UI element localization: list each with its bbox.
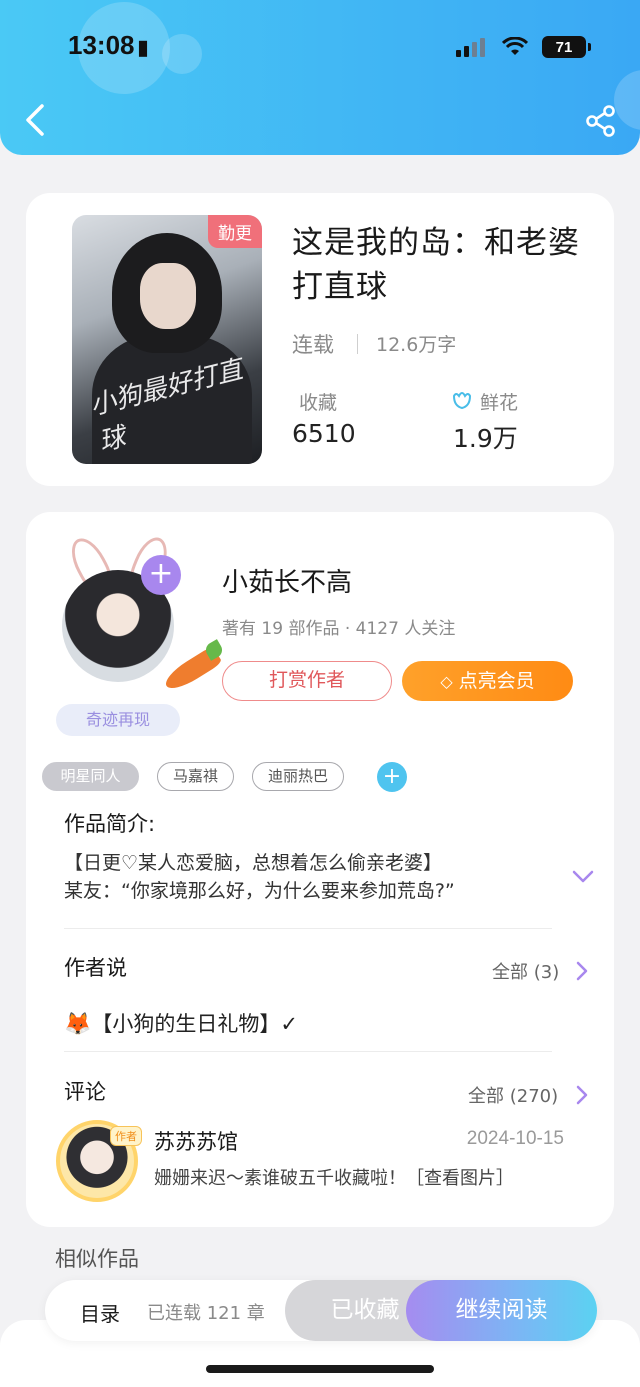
wifi-icon: [502, 37, 528, 55]
flowers-label: 鲜花: [480, 392, 519, 414]
book-title: 这是我的岛：和老婆打直球: [292, 225, 580, 305]
favorites-label: 收藏: [299, 392, 338, 414]
add-tag-button[interactable]: +: [377, 762, 407, 792]
header: 13:08 ▮ 71: [0, 0, 640, 155]
tip-author-button[interactable]: 打赏作者: [222, 661, 392, 701]
author-says-item[interactable]: 🦊【小狗的生日礼物】✓: [64, 1008, 298, 1038]
continue-reading-button[interactable]: 继续阅读: [406, 1280, 597, 1341]
comment-date: 2024-10-15: [466, 1128, 564, 1149]
chevron-right-icon[interactable]: [576, 1085, 588, 1105]
intro-line: 某友：“你家境那么好，为什么要来参加荒岛?”: [64, 880, 455, 902]
divider: [64, 1051, 552, 1052]
author-detail-card: + 奇迹再现 小茹长不高 著有 19 部作品 · 4127 人关注 打赏作者 ◇…: [26, 512, 614, 1227]
author-says-title: 作者说: [64, 956, 127, 980]
commenter-name[interactable]: 苏苏苏馆: [154, 1126, 238, 1156]
home-indicator: [206, 1365, 434, 1373]
decor-bubble: [162, 34, 202, 74]
chevron-right-icon[interactable]: [576, 961, 588, 981]
intro-line: 【日更♡某人恋爱脑，总想着怎么偷亲老婆】: [64, 852, 443, 874]
share-icon[interactable]: [584, 104, 618, 138]
book-cover[interactable]: 小狗最好打直球 勤更: [72, 215, 262, 464]
divider: [357, 334, 358, 354]
tag-item[interactable]: 马嘉祺: [157, 762, 234, 791]
bottom-action-bar: 目录 已连载 121 章 已收藏 继续阅读: [45, 1280, 597, 1341]
author-name[interactable]: 小茹长不高: [222, 562, 352, 599]
signal-icon: [456, 38, 485, 57]
flowers-count: 1.9万: [453, 424, 518, 453]
author-badge: 作者: [110, 1126, 142, 1146]
divider: [64, 928, 552, 929]
follow-plus-button[interactable]: +: [141, 555, 181, 595]
flower-icon: [452, 392, 472, 410]
author-avatar-group: [58, 532, 225, 695]
comment-text[interactable]: 姗姗来迟～素谁破五千收藏啦！［查看图片］: [154, 1164, 514, 1190]
back-arrow-icon[interactable]: [22, 102, 50, 138]
status-icons: 71: [456, 36, 591, 58]
intro-title: 作品简介:: [64, 812, 156, 836]
word-count: 12.6万字: [376, 334, 457, 356]
update-badge: 勤更: [208, 215, 262, 248]
cover-figure-face: [140, 263, 196, 329]
miracle-badge: 奇迹再现: [56, 704, 180, 736]
intro-text[interactable]: 【日更♡某人恋爱脑，总想着怎么偷亲老婆】 某友：“你家境那么好，为什么要来参加荒…: [64, 849, 534, 905]
vip-button[interactable]: ◇ 点亮会员: [402, 661, 573, 701]
diamond-icon: ◇: [440, 672, 453, 691]
flashlight-icon: ▮: [137, 37, 149, 59]
author-meta: 著有 19 部作品 · 4127 人关注: [222, 619, 456, 639]
expand-chevron-icon[interactable]: [572, 870, 594, 884]
comments-title: 评论: [64, 1080, 106, 1104]
tag-item[interactable]: 明星同人: [42, 762, 139, 791]
favorites-count: 6510: [292, 419, 356, 448]
table-of-contents-button[interactable]: 目录: [80, 1298, 120, 1327]
author-says-all-link[interactable]: 全部 (3): [492, 958, 559, 984]
battery-indicator: 71: [542, 36, 591, 58]
book-info-card: 小狗最好打直球 勤更 这是我的岛：和老婆打直球 连载 12.6万字 收藏 651…: [26, 193, 614, 486]
comments-all-link[interactable]: 全部 (270): [468, 1082, 558, 1108]
book-status: 连载: [292, 333, 334, 357]
similar-works-title: 相似作品: [55, 1247, 139, 1271]
chapter-count: 已连载 121 章: [147, 1303, 265, 1324]
status-time: 13:08 ▮: [68, 30, 149, 60]
fox-icon: 🦊: [64, 1012, 92, 1037]
tag-item[interactable]: 迪丽热巴: [252, 762, 344, 791]
